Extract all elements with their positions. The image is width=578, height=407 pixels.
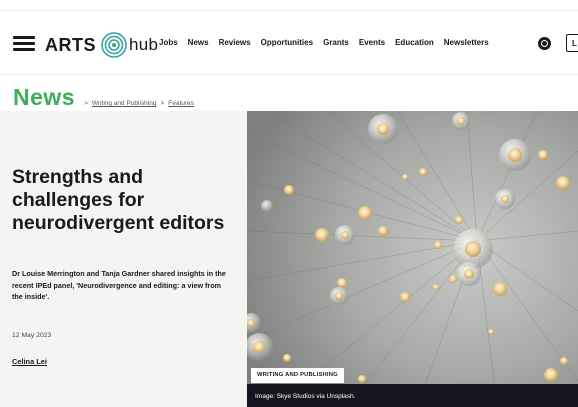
category-tag[interactable]: WRITING AND PUBLISHING (251, 368, 344, 383)
nav-events[interactable]: Events (359, 38, 385, 47)
nav-news[interactable]: News (188, 38, 209, 47)
site-logo[interactable]: ARTS hub (45, 30, 158, 60)
site-header: ARTS hub Jobs News Reviews Opportunities… (0, 26, 578, 64)
article-author-link[interactable]: Celina Lei (12, 357, 47, 366)
chevron-right-icon: > (84, 100, 88, 107)
login-button[interactable]: L (566, 34, 578, 52)
nav-reviews[interactable]: Reviews (219, 38, 251, 47)
logo-hub-text: hub (129, 35, 159, 54)
article-date: 12 May 2023 (12, 332, 52, 339)
article-subtitle: Dr Louise Merrington and Tanja Gardner s… (12, 269, 226, 302)
top-divider (0, 10, 578, 11)
main-nav: Jobs News Reviews Opportunities Grants E… (159, 38, 499, 47)
breadcrumb-writing-and-publishing[interactable]: Writing and Publishing (92, 100, 157, 107)
article-title[interactable]: Strengths and challenges for neurodiverg… (12, 166, 237, 235)
chevron-right-icon: > (160, 100, 165, 107)
section-header: News > Writing and Publishing > Features (13, 84, 194, 111)
nav-grants[interactable]: Grants (323, 38, 349, 47)
image-caption: Image: Skye Studios via Unsplash. (255, 393, 356, 400)
nav-opportunities[interactable]: Opportunities (261, 38, 313, 47)
search-icon[interactable] (538, 37, 551, 50)
nav-newsletters[interactable]: Newsletters (444, 38, 489, 47)
light-bulbs-image (247, 111, 578, 407)
hamburger-icon[interactable] (13, 35, 35, 53)
arts-hub-logo-icon (101, 32, 127, 58)
nav-jobs[interactable]: Jobs (159, 38, 178, 47)
nav-education[interactable]: Education (395, 38, 434, 47)
hero-image[interactable] (247, 111, 578, 407)
breadcrumb: > Writing and Publishing > Features (80, 100, 194, 107)
section-title: News (13, 84, 76, 110)
header-divider (0, 74, 578, 75)
breadcrumb-features[interactable]: Features (168, 100, 194, 107)
logo-arts-text: ARTS (45, 34, 96, 55)
